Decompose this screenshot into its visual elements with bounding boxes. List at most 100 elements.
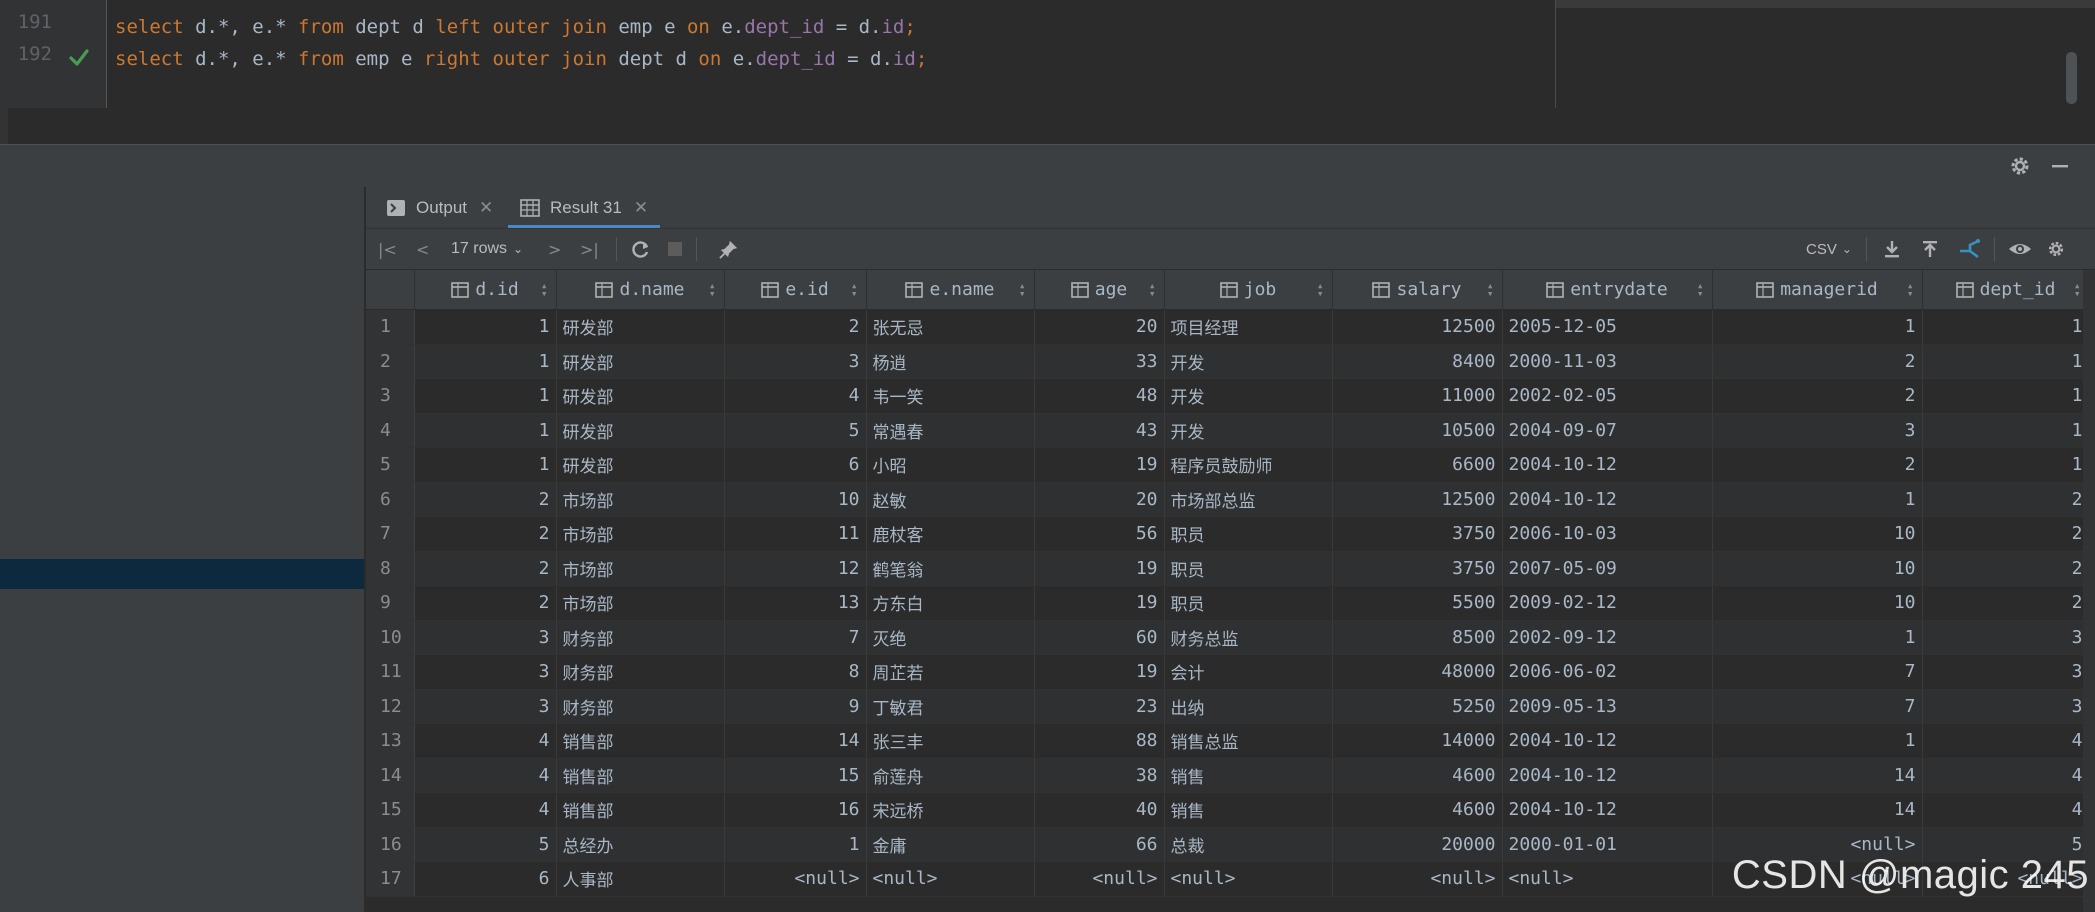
table-cell[interactable]: 会计 bbox=[1164, 654, 1333, 690]
table-cell[interactable]: 5 bbox=[724, 413, 867, 448]
table-cell[interactable]: 19 bbox=[1034, 551, 1165, 586]
table-row[interactable]: 1 1 研发部 2 张无忌 20 项目经理 12500 2005-12-05 1 1 bbox=[366, 309, 2090, 345]
table-cell[interactable]: <null> bbox=[866, 861, 1035, 897]
table-cell[interactable]: 市场部总监 bbox=[1164, 482, 1333, 517]
sql-editor[interactable]: 191 192 select d.*, e.* from dept d left… bbox=[0, 0, 2095, 144]
table-cell[interactable]: 2000-11-03 bbox=[1502, 344, 1713, 379]
table-cell[interactable]: 项目经理 bbox=[1164, 309, 1333, 345]
sort-icon[interactable]: ▴ ▾ bbox=[2074, 280, 2081, 299]
table-cell[interactable]: 张无忌 bbox=[866, 309, 1035, 345]
table-cell[interactable]: 1 bbox=[1712, 482, 1923, 517]
table-cell[interactable]: 4 bbox=[414, 723, 557, 759]
table-cell[interactable]: 研发部 bbox=[556, 413, 725, 448]
table-cell[interactable]: 10 bbox=[1712, 516, 1923, 552]
table-cell[interactable]: 2 bbox=[1922, 551, 2090, 586]
table-cell[interactable]: 2000-01-01 bbox=[1502, 827, 1713, 862]
table-cell[interactable]: 1 bbox=[414, 447, 557, 483]
table-cell[interactable]: 14 bbox=[1712, 792, 1923, 828]
table-cell[interactable]: 3 bbox=[1922, 654, 2090, 690]
table-cell[interactable]: 丁敏君 bbox=[866, 689, 1035, 724]
table-cell[interactable]: 2004-10-12 bbox=[1502, 758, 1713, 793]
sort-icon[interactable]: ▴ ▾ bbox=[1149, 280, 1156, 299]
table-cell[interactable]: 1 bbox=[1712, 723, 1923, 759]
row-number[interactable]: 6 bbox=[366, 482, 415, 517]
settings-icon[interactable] bbox=[2044, 239, 2068, 259]
table-cell[interactable]: 19 bbox=[1034, 654, 1165, 690]
column-header[interactable]: dept_id ▴ ▾ bbox=[1922, 270, 2090, 310]
table-cell[interactable]: 5250 bbox=[1332, 689, 1503, 724]
table-cell[interactable]: 7 bbox=[1712, 654, 1923, 690]
first-page-icon[interactable]: |< bbox=[378, 239, 397, 259]
table-cell[interactable]: 总裁 bbox=[1164, 827, 1333, 862]
table-cell[interactable]: 11 bbox=[724, 516, 867, 552]
gear-icon[interactable] bbox=[2008, 154, 2032, 178]
table-row[interactable]: 4 1 研发部 5 常遇春 43 开发 10500 2004-09-07 3 1 bbox=[366, 413, 2090, 448]
table-cell[interactable]: 12 bbox=[724, 551, 867, 586]
table-cell[interactable]: 1 bbox=[414, 413, 557, 448]
table-cell[interactable]: 市场部 bbox=[556, 516, 725, 552]
table-row[interactable]: 10 3 财务部 7 灭绝 60 财务总监 8500 2002-09-12 1 3 bbox=[366, 620, 2090, 655]
table-cell[interactable]: 20 bbox=[1034, 309, 1165, 345]
table-cell[interactable]: 财务部 bbox=[556, 620, 725, 655]
editor-scrollbar[interactable] bbox=[2066, 52, 2077, 104]
table-row[interactable]: 11 3 财务部 8 周芷若 19 会计 48000 2006-06-02 7 3 bbox=[366, 654, 2090, 690]
table-cell[interactable]: 2 bbox=[1922, 585, 2090, 621]
compare-icon[interactable] bbox=[1958, 239, 1982, 259]
table-row[interactable]: 14 4 销售部 15 俞莲舟 38 销售 4600 2004-10-12 14 4 bbox=[366, 758, 2090, 793]
table-cell[interactable]: 8 bbox=[724, 654, 867, 690]
row-number[interactable]: 1 bbox=[366, 309, 415, 345]
table-cell[interactable]: 2 bbox=[1712, 344, 1923, 379]
table-cell[interactable]: <null> bbox=[1034, 861, 1165, 897]
column-header[interactable]: managerid ▴ ▾ bbox=[1712, 270, 1923, 310]
refresh-icon[interactable] bbox=[630, 239, 652, 259]
table-cell[interactable]: 销售部 bbox=[556, 723, 725, 759]
table-cell[interactable]: 10 bbox=[1712, 585, 1923, 621]
table-cell[interactable]: 20000 bbox=[1332, 827, 1503, 862]
code-area[interactable]: select d.*, e.* from dept d left outer j… bbox=[107, 0, 1555, 108]
table-cell[interactable]: 10 bbox=[1712, 551, 1923, 586]
table-cell[interactable]: 销售总监 bbox=[1164, 723, 1333, 759]
table-cell[interactable]: 2006-06-02 bbox=[1502, 654, 1713, 690]
table-cell[interactable]: 2 bbox=[1712, 447, 1923, 483]
row-number[interactable]: 8 bbox=[366, 551, 415, 586]
table-cell[interactable]: 4 bbox=[414, 792, 557, 828]
table-cell[interactable]: 财务部 bbox=[556, 689, 725, 724]
table-cell[interactable]: 48000 bbox=[1332, 654, 1503, 690]
table-cell[interactable]: 开发 bbox=[1164, 378, 1333, 414]
table-cell[interactable]: 俞莲舟 bbox=[866, 758, 1035, 793]
table-cell[interactable]: 财务部 bbox=[556, 654, 725, 690]
table-cell[interactable]: 销售 bbox=[1164, 792, 1333, 828]
column-header[interactable]: e.id ▴ ▾ bbox=[724, 270, 867, 310]
row-number[interactable]: 11 bbox=[366, 654, 415, 690]
table-cell[interactable]: 出纳 bbox=[1164, 689, 1333, 724]
table-cell[interactable]: 11000 bbox=[1332, 378, 1503, 414]
table-cell[interactable]: 研发部 bbox=[556, 344, 725, 379]
table-cell[interactable]: 小昭 bbox=[866, 447, 1035, 483]
column-header[interactable]: age ▴ ▾ bbox=[1034, 270, 1165, 310]
table-cell[interactable]: 程序员鼓励师 bbox=[1164, 447, 1333, 483]
table-cell[interactable]: 20 bbox=[1034, 482, 1165, 517]
table-cell[interactable]: 4 bbox=[414, 758, 557, 793]
table-cell[interactable]: 2 bbox=[414, 585, 557, 621]
table-cell[interactable]: 2007-05-09 bbox=[1502, 551, 1713, 586]
table-cell[interactable]: 6600 bbox=[1332, 447, 1503, 483]
table-cell[interactable]: 市场部 bbox=[556, 551, 725, 586]
column-header[interactable]: salary ▴ ▾ bbox=[1332, 270, 1503, 310]
column-header[interactable]: d.id ▴ ▾ bbox=[414, 270, 557, 310]
table-cell[interactable]: 16 bbox=[724, 792, 867, 828]
table-cell[interactable]: 方东白 bbox=[866, 585, 1035, 621]
table-cell[interactable]: 2 bbox=[724, 309, 867, 345]
column-header[interactable]: entrydate ▴ ▾ bbox=[1502, 270, 1713, 310]
table-cell[interactable]: 1 bbox=[1922, 344, 2090, 379]
result-grid[interactable]: d.id ▴ ▾ d.name ▴ ▾ e.id ▴ ▾ e.name ▴ ▾ age ▴ ▾ job ▴ ▾ sa… bbox=[366, 270, 2095, 912]
table-cell[interactable]: 1 bbox=[414, 344, 557, 379]
minimize-icon[interactable] bbox=[2048, 154, 2072, 178]
table-cell[interactable]: 3 bbox=[414, 654, 557, 690]
table-row[interactable]: 3 1 研发部 4 韦一笑 48 开发 11000 2002-02-05 2 1 bbox=[366, 378, 2090, 414]
services-tree[interactable] bbox=[0, 187, 365, 912]
table-cell[interactable]: 3 bbox=[1922, 689, 2090, 724]
table-cell[interactable]: 2002-02-05 bbox=[1502, 378, 1713, 414]
column-header[interactable]: e.name ▴ ▾ bbox=[866, 270, 1035, 310]
table-cell[interactable]: 88 bbox=[1034, 723, 1165, 759]
sort-icon[interactable]: ▴ ▾ bbox=[709, 280, 716, 299]
